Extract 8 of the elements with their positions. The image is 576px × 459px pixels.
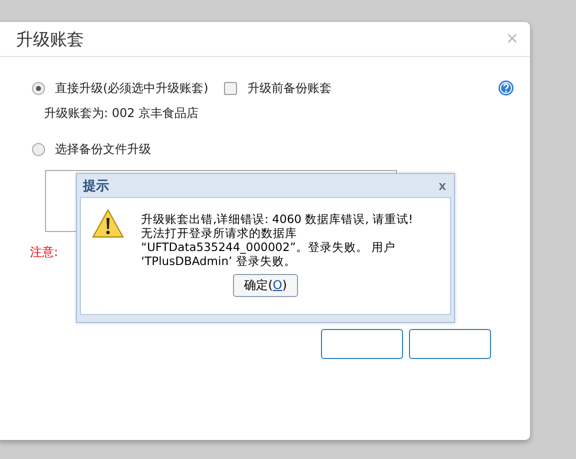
dialog-title: 升级账套 [16, 28, 84, 50]
checkbox-label: 升级前备份账套 [247, 80, 332, 96]
error-message: 升级账套出错,详细错误: 4060 数据库错误, 请重试! 无法打开登录所请求的数据库 “UFTData535244_000002”。登录失败。 用户 ‘TPlusDBAdmin’ 登录失败。 [141, 211, 414, 268]
account-text: 升级账套为: 002 京丰食品店 [44, 105, 200, 122]
radio-label: 直接升级(必须选中升级账套) [55, 80, 208, 96]
message-title: 提示 [83, 178, 109, 194]
radio-label: 选择备份文件升级 [55, 140, 151, 158]
note-text: 注意: [30, 245, 58, 259]
